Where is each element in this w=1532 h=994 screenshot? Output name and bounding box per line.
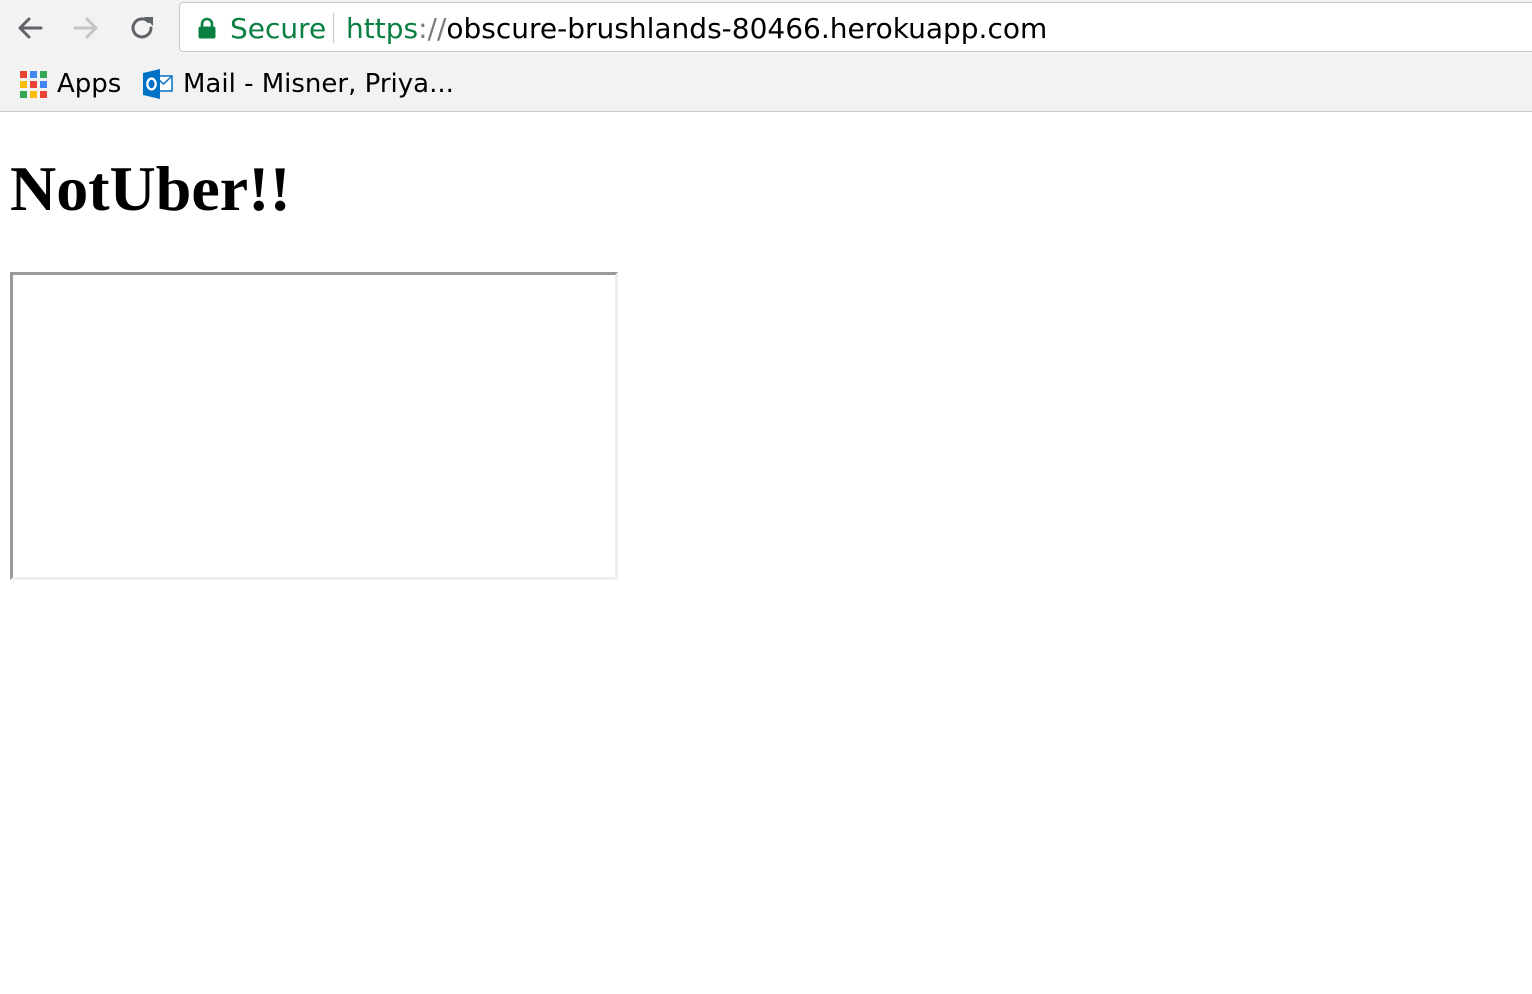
page-title: NotUber!! [10,153,291,224]
back-button[interactable] [10,8,50,48]
bookmarks-bar: Apps Mail - Misner, Priya... [0,58,1532,110]
arrow-left-icon [18,17,43,39]
forward-button[interactable] [66,8,106,48]
bookmark-apps[interactable]: Apps [20,66,121,102]
bookmark-label: Mail - Misner, Priya... [183,69,454,99]
bookmark-label: Apps [57,69,122,99]
reload-button[interactable] [122,8,162,48]
browser-chrome: Secure https://obscure-brushlands-80466.… [0,0,1532,112]
url-separator: :// [418,12,447,45]
url-scheme: https [346,12,419,45]
apps-grid-icon [20,70,47,98]
lock-icon [198,17,216,39]
reload-icon [131,17,153,39]
arrow-right-icon [73,17,98,39]
outlook-icon [143,69,173,99]
omnibox-divider [333,13,334,43]
bookmark-mail[interactable]: Mail - Misner, Priya... [143,66,454,102]
map-container[interactable] [10,272,618,580]
url-text[interactable]: https://obscure-brushlands-80466.herokua… [346,13,1047,45]
browser-toolbar: Secure https://obscure-brushlands-80466.… [0,0,1532,58]
url-host: obscure-brushlands-80466.herokuapp.com [446,12,1048,45]
address-bar[interactable]: Secure https://obscure-brushlands-80466.… [179,2,1532,52]
security-status-label: Secure [230,12,327,45]
page-content: NotUber!! [0,112,1532,994]
